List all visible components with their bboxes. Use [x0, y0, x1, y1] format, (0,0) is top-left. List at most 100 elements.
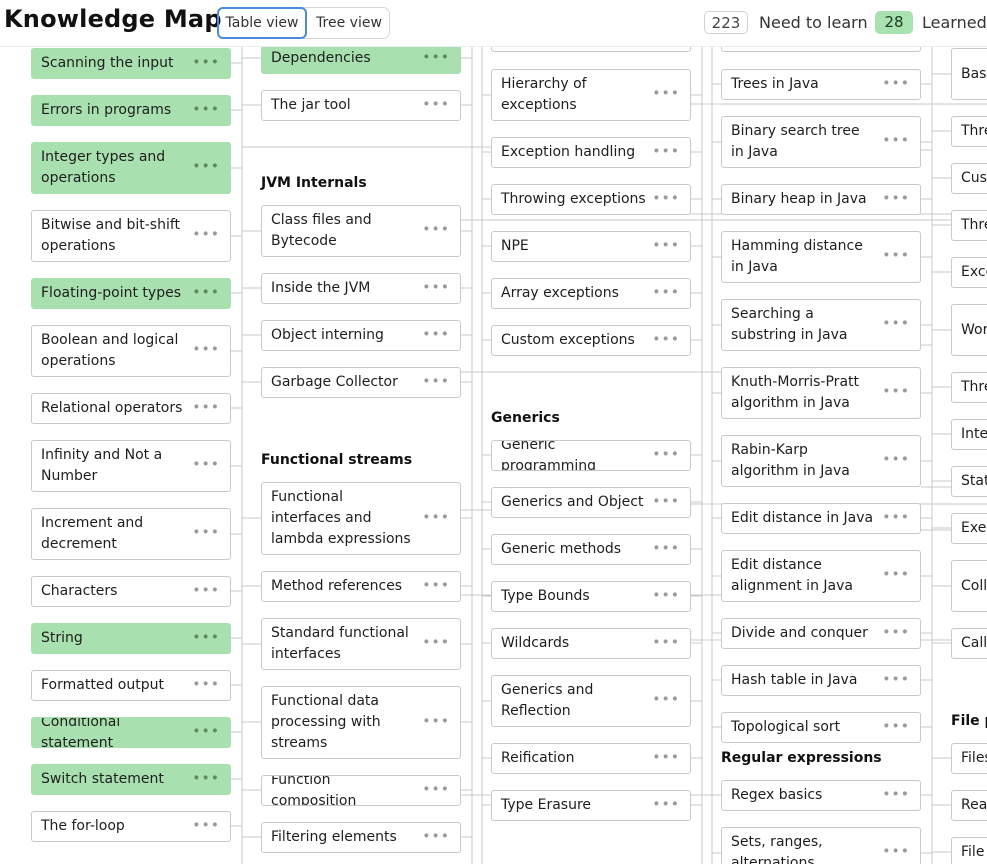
- topic-node[interactable]: Infinity and Not a Number •••: [31, 440, 231, 492]
- topic-node[interactable]: Type Bounds •••: [491, 581, 691, 612]
- more-horizontal-icon[interactable]: •••: [652, 444, 680, 465]
- topic-node[interactable]: Type Erasure •••: [491, 790, 691, 821]
- topic-node[interactable]: Increment and decrement •••: [31, 508, 231, 560]
- more-horizontal-icon[interactable]: •••: [192, 522, 220, 543]
- topic-node[interactable]: The jar tool •••: [261, 90, 461, 121]
- more-horizontal-icon[interactable]: •••: [652, 538, 680, 559]
- topic-node[interactable]: Relational operators •••: [31, 393, 231, 424]
- topic-node[interactable]: Inter•••: [951, 419, 987, 450]
- topic-node[interactable]: Wildcards •••: [491, 628, 691, 659]
- more-horizontal-icon[interactable]: •••: [882, 841, 910, 862]
- topic-node[interactable]: Calla•••: [951, 628, 987, 659]
- topic-node[interactable]: Thre•••: [951, 372, 987, 403]
- topic-node[interactable]: Trees in Java •••: [721, 69, 921, 100]
- more-horizontal-icon[interactable]: •••: [882, 188, 910, 209]
- topic-node[interactable]: Cust•••: [951, 163, 987, 194]
- topic-node[interactable]: Function composition •••: [261, 775, 461, 806]
- more-horizontal-icon[interactable]: •••: [882, 716, 910, 737]
- topic-node[interactable]: Functional interfaces and lambda express…: [261, 482, 461, 555]
- more-horizontal-icon[interactable]: •••: [192, 768, 220, 789]
- more-horizontal-icon[interactable]: •••: [882, 564, 910, 585]
- more-horizontal-icon[interactable]: •••: [652, 585, 680, 606]
- topic-node[interactable]: Hierarchy of exceptions •••: [491, 69, 691, 121]
- more-horizontal-icon[interactable]: •••: [882, 73, 910, 94]
- topic-node[interactable]: Class files and Bytecode •••: [261, 205, 461, 257]
- tree-view-button[interactable]: Tree view: [308, 8, 390, 38]
- more-horizontal-icon[interactable]: •••: [652, 794, 680, 815]
- more-horizontal-icon[interactable]: •••: [422, 47, 450, 68]
- topic-node[interactable]: Exception handling •••: [491, 137, 691, 168]
- more-horizontal-icon[interactable]: •••: [192, 674, 220, 695]
- topic-node[interactable]: Exec•••: [951, 513, 987, 544]
- topic-node[interactable]: Topological sort •••: [721, 712, 921, 743]
- more-horizontal-icon[interactable]: •••: [882, 245, 910, 266]
- topic-node[interactable]: Sets, ranges, alternations •••: [721, 827, 921, 864]
- topic-node[interactable]: Read•••: [951, 790, 987, 821]
- topic-node[interactable]: Standard functional interfaces •••: [261, 618, 461, 670]
- more-horizontal-icon[interactable]: •••: [652, 188, 680, 209]
- more-horizontal-icon[interactable]: •••: [652, 141, 680, 162]
- more-horizontal-icon[interactable]: •••: [652, 282, 680, 303]
- topic-node[interactable]: Colle safe•••: [951, 560, 987, 612]
- topic-node[interactable]: Rabin-Karp algorithm in Java •••: [721, 435, 921, 487]
- topic-node[interactable]: Thre•••: [951, 116, 987, 147]
- more-horizontal-icon[interactable]: •••: [422, 219, 450, 240]
- topic-node[interactable]: Edit distance in Java •••: [721, 503, 921, 534]
- knowledge-map-canvas[interactable]: JVM Internals Functional streams Generic…: [0, 0, 987, 864]
- topic-node[interactable]: File•••: [951, 837, 987, 864]
- topic-node[interactable]: Searching a substring in Java •••: [721, 299, 921, 351]
- more-horizontal-icon[interactable]: •••: [192, 815, 220, 836]
- more-horizontal-icon[interactable]: •••: [422, 507, 450, 528]
- topic-node[interactable]: Files•••: [951, 743, 987, 774]
- more-horizontal-icon[interactable]: •••: [192, 397, 220, 418]
- more-horizontal-icon[interactable]: •••: [882, 381, 910, 402]
- topic-node[interactable]: Functional data processing with streams •…: [261, 686, 461, 759]
- more-horizontal-icon[interactable]: •••: [652, 747, 680, 768]
- more-horizontal-icon[interactable]: •••: [422, 826, 450, 847]
- more-horizontal-icon[interactable]: •••: [652, 689, 680, 710]
- topic-node[interactable]: Generic methods •••: [491, 534, 691, 565]
- topic-node[interactable]: Reification •••: [491, 743, 691, 774]
- topic-node[interactable]: Custom exceptions •••: [491, 325, 691, 356]
- more-horizontal-icon[interactable]: •••: [422, 575, 450, 596]
- topic-node[interactable]: Generics and Object •••: [491, 487, 691, 518]
- more-horizontal-icon[interactable]: •••: [882, 507, 910, 528]
- more-horizontal-icon[interactable]: •••: [422, 632, 450, 653]
- topic-node[interactable]: Filtering elements •••: [261, 822, 461, 853]
- topic-node[interactable]: Edit distance alignment in Java •••: [721, 550, 921, 602]
- topic-node[interactable]: Object interning •••: [261, 320, 461, 351]
- topic-node[interactable]: Knuth-Morris-Pratt algorithm in Java •••: [721, 367, 921, 419]
- topic-node[interactable]: Binary search tree in Java •••: [721, 116, 921, 168]
- topic-node[interactable]: Inside the JVM •••: [261, 273, 461, 304]
- more-horizontal-icon[interactable]: •••: [882, 130, 910, 151]
- more-horizontal-icon[interactable]: •••: [422, 277, 450, 298]
- more-horizontal-icon[interactable]: •••: [882, 313, 910, 334]
- topic-node[interactable]: Thre•••: [951, 210, 987, 241]
- topic-node[interactable]: Errors in programs •••: [31, 95, 231, 126]
- topic-node[interactable]: Boolean and logical operations •••: [31, 325, 231, 377]
- topic-node[interactable]: Array exceptions •••: [491, 278, 691, 309]
- topic-node[interactable]: Hamming distance in Java •••: [721, 231, 921, 283]
- more-horizontal-icon[interactable]: •••: [882, 784, 910, 805]
- topic-node[interactable]: Divide and conquer •••: [721, 618, 921, 649]
- more-horizontal-icon[interactable]: •••: [192, 282, 220, 303]
- more-horizontal-icon[interactable]: •••: [192, 99, 220, 120]
- topic-node[interactable]: Conditional statement •••: [31, 717, 231, 748]
- topic-node[interactable]: Exce•••: [951, 257, 987, 288]
- more-horizontal-icon[interactable]: •••: [652, 235, 680, 256]
- more-horizontal-icon[interactable]: •••: [422, 711, 450, 732]
- topic-node[interactable]: Integer types and operations •••: [31, 142, 231, 194]
- topic-node[interactable]: Generics and Reflection •••: [491, 675, 691, 727]
- topic-node[interactable]: Characters •••: [31, 576, 231, 607]
- topic-node[interactable]: Hash table in Java •••: [721, 665, 921, 696]
- more-horizontal-icon[interactable]: •••: [422, 94, 450, 115]
- more-horizontal-icon[interactable]: •••: [882, 669, 910, 690]
- more-horizontal-icon[interactable]: •••: [192, 580, 220, 601]
- more-horizontal-icon[interactable]: •••: [192, 721, 220, 742]
- topic-node[interactable]: Formatted output •••: [31, 670, 231, 701]
- topic-node[interactable]: Throwing exceptions •••: [491, 184, 691, 215]
- topic-node[interactable]: Work data•••: [951, 304, 987, 356]
- topic-node[interactable]: String •••: [31, 623, 231, 654]
- topic-node[interactable]: Floating-point types •••: [31, 278, 231, 309]
- more-horizontal-icon[interactable]: •••: [422, 324, 450, 345]
